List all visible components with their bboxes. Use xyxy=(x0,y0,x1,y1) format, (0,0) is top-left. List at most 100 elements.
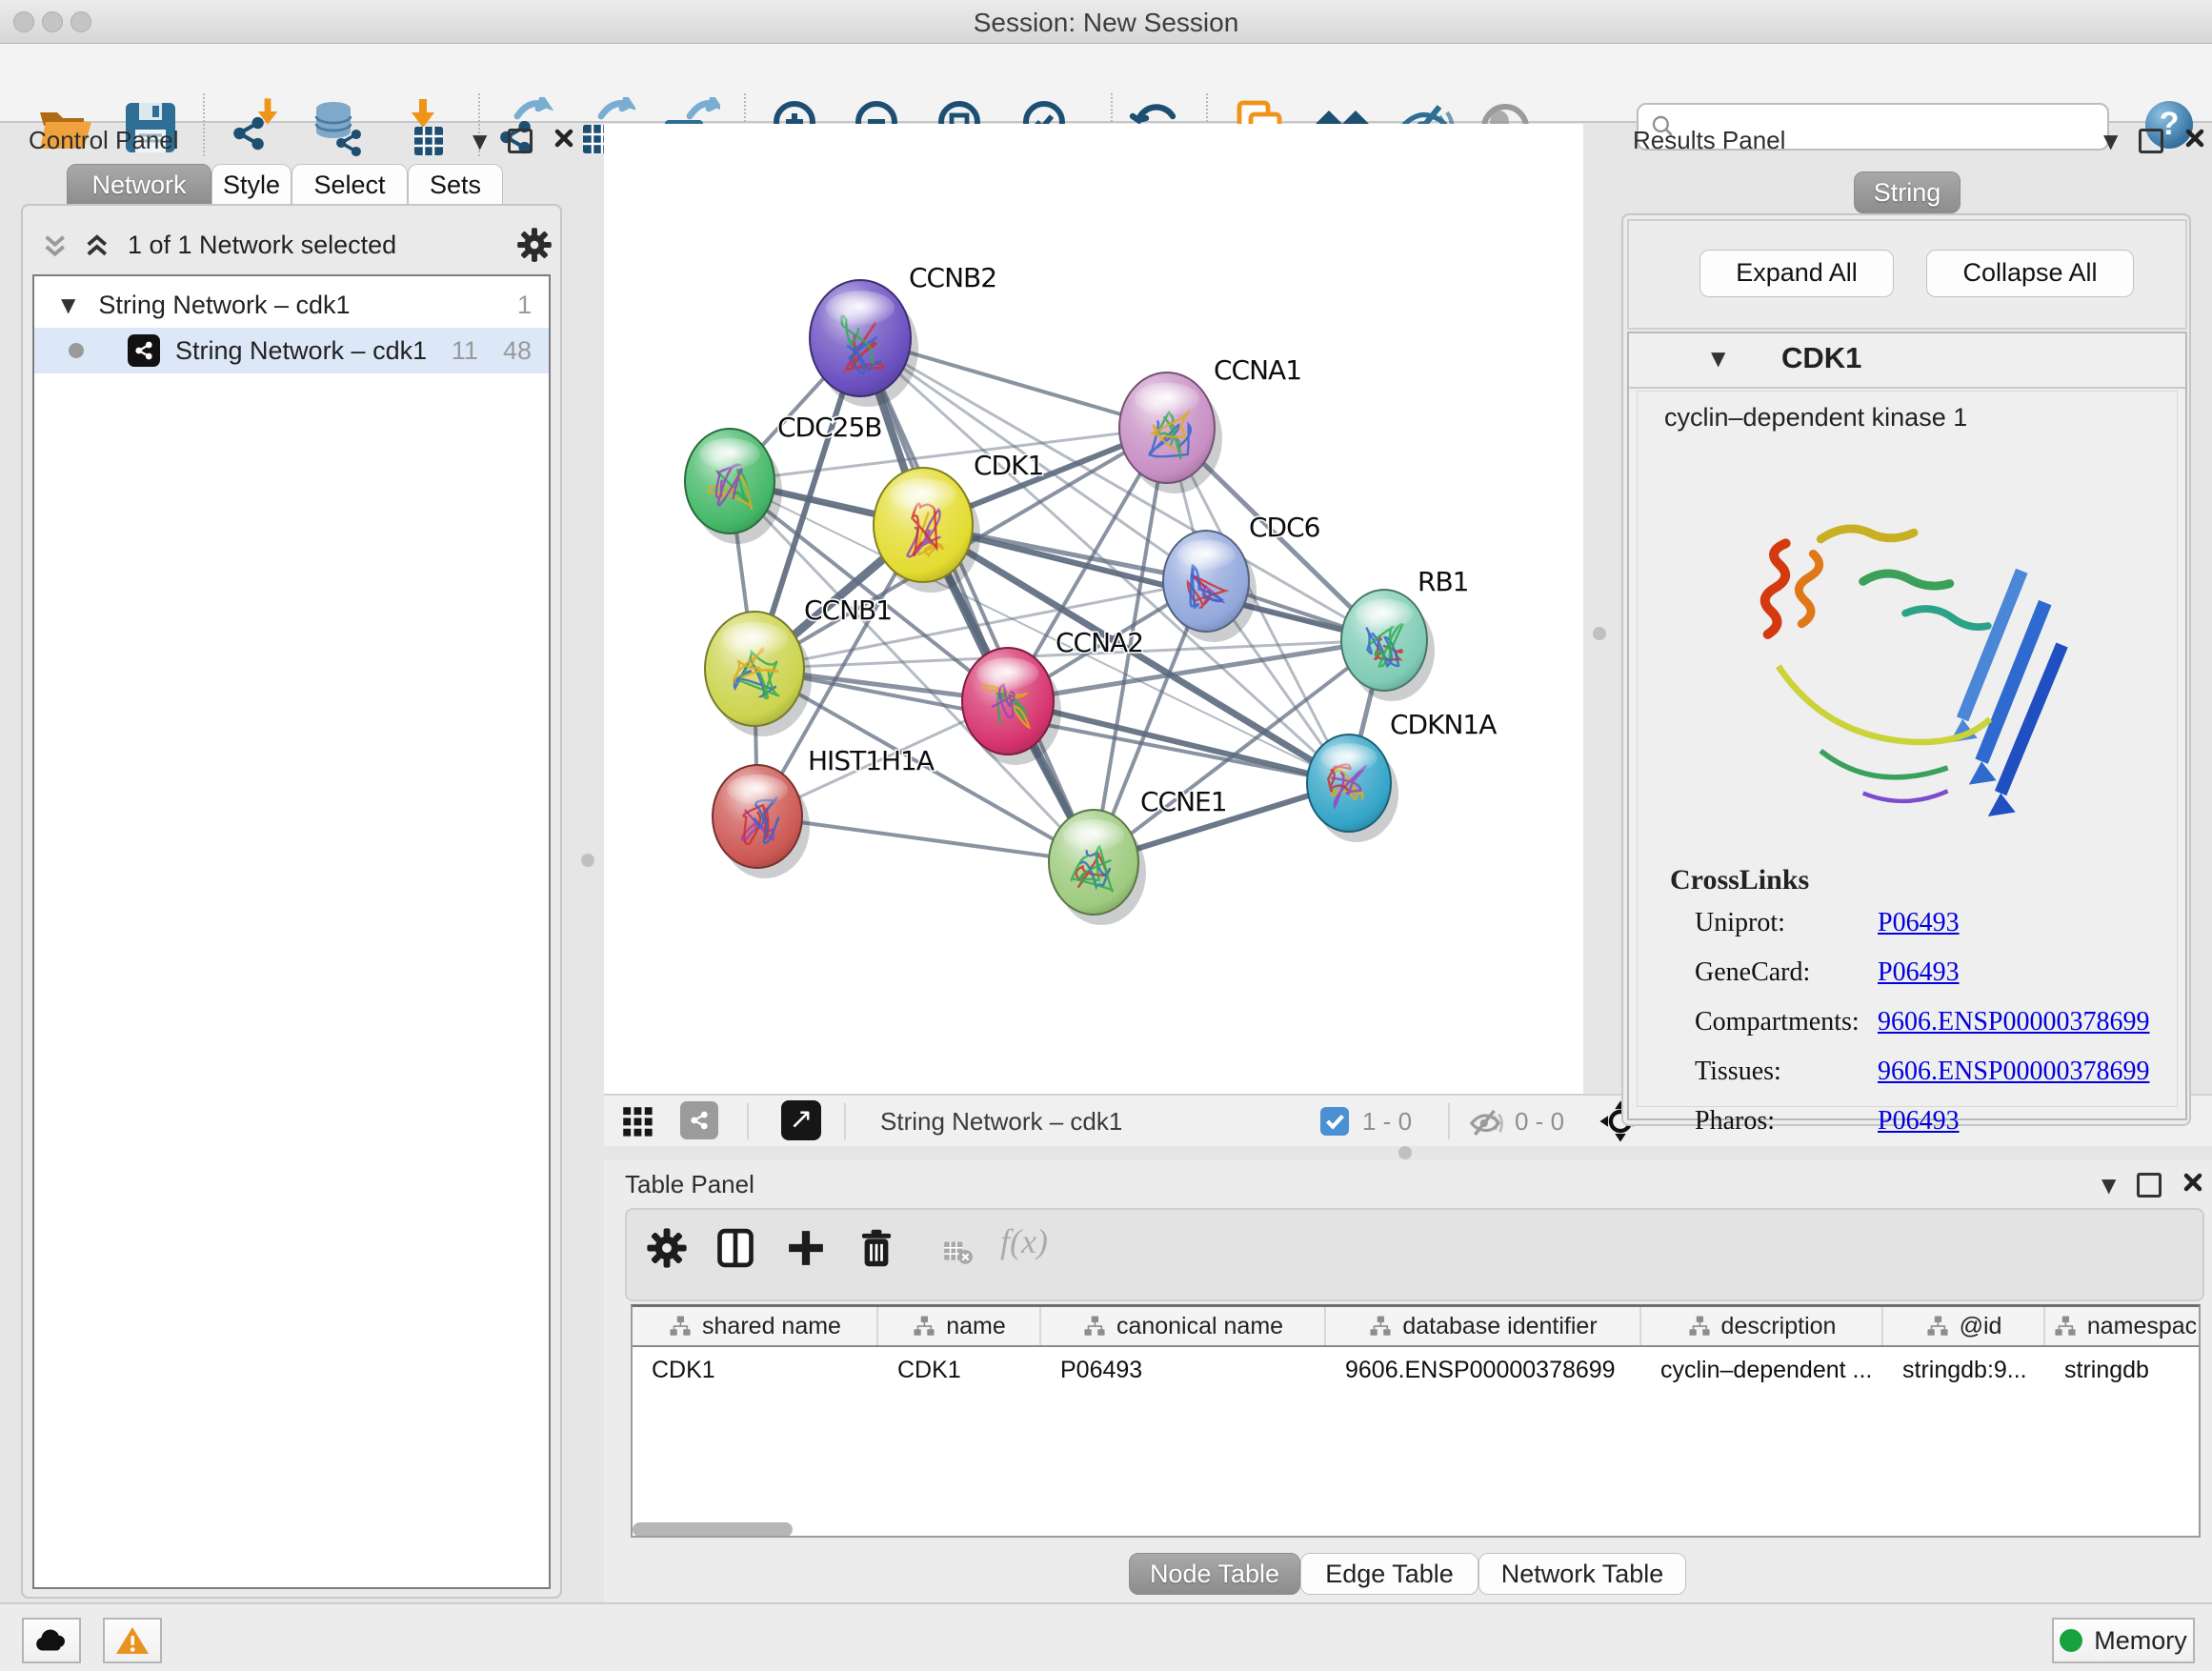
column-header-label: name xyxy=(946,1313,1006,1340)
crosslink-row: Compartments: 9606.ENSP00000378699 xyxy=(1638,1007,2177,1057)
maximize-panel-icon[interactable] xyxy=(2137,1173,2162,1198)
crosslink-value-link[interactable]: P06493 xyxy=(1878,957,1960,988)
table-panel-window-controls: ▼ xyxy=(2101,1172,2203,1198)
svg-text:CDC25B: CDC25B xyxy=(777,412,882,443)
node-table[interactable]: shared name name canonical namedatabase id… xyxy=(631,1304,2201,1538)
crosslink-value-link[interactable]: 9606.ENSP00000378699 xyxy=(1878,1057,2149,1087)
crosslink-label: Compartments: xyxy=(1695,1007,1860,1037)
collapse-all-button[interactable]: Collapse All xyxy=(1926,250,2134,297)
svg-text:CDC6: CDC6 xyxy=(1249,512,1320,543)
table-cell[interactable]: stringdb:9... xyxy=(1883,1351,2045,1389)
tab-string-results[interactable]: String xyxy=(1854,171,1961,213)
crosslinks-title: CrossLinks xyxy=(1670,864,1809,896)
network-canvas[interactable]: CCNB2CCNA1CDC25BCDK1CDC6RB1CCNB1CCNA2CDK… xyxy=(604,124,1583,1094)
network-options-gear-icon[interactable] xyxy=(516,227,553,263)
column-header-namespac[interactable]: namespac xyxy=(2045,1307,2201,1345)
network-tab-panel: 1 of 1 Network selected ▼ String Network… xyxy=(21,204,562,1599)
column-header-label: namespac xyxy=(2087,1313,2197,1340)
memory-button[interactable]: Memory xyxy=(2052,1618,2195,1663)
column-type-icon xyxy=(668,1314,693,1339)
expand-all-button[interactable]: Expand All xyxy=(1699,250,1894,297)
right-splitter-handle[interactable] xyxy=(1593,627,1606,640)
network-current-dot xyxy=(69,343,84,358)
network-row-selected[interactable]: String Network – cdk1 11 48 xyxy=(34,328,549,373)
column-header-shared-name[interactable]: shared name xyxy=(633,1307,878,1345)
network-node-rb1 xyxy=(1341,590,1427,691)
crosslink-label: GeneCard: xyxy=(1695,957,1810,988)
collection-expander-icon[interactable]: ▼ xyxy=(61,293,75,316)
selected-checkbox-icon[interactable] xyxy=(1320,1107,1349,1136)
delete-column-icon[interactable] xyxy=(855,1227,897,1269)
memory-label: Memory xyxy=(2094,1626,2187,1656)
gene-expander-icon[interactable]: ▼ xyxy=(1711,347,1725,370)
table-options-gear-icon[interactable] xyxy=(646,1227,688,1269)
status-bar: Memory xyxy=(0,1602,2212,1671)
cloud-button[interactable] xyxy=(22,1618,81,1663)
horizontal-splitter-handle[interactable] xyxy=(1398,1146,1412,1159)
results-panel-title: Results Panel xyxy=(1633,126,1785,155)
table-toolbar: f(x) xyxy=(625,1208,2204,1301)
horizontal-scrollbar[interactable] xyxy=(633,1522,793,1537)
svg-text:HIST1H1A: HIST1H1A xyxy=(808,745,935,776)
delete-table-icon[interactable] xyxy=(941,1235,974,1267)
network-view-share-icon[interactable] xyxy=(680,1101,718,1139)
column-header-canonical-name[interactable]: canonical name xyxy=(1041,1307,1326,1345)
network-view-title: String Network – cdk1 xyxy=(880,1107,1122,1137)
tab-edge-table[interactable]: Edge Table xyxy=(1300,1553,1478,1595)
column-type-icon xyxy=(1687,1314,1712,1339)
tab-network[interactable]: Network xyxy=(67,164,211,206)
svg-text:RB1: RB1 xyxy=(1418,566,1468,597)
crosslink-value-link[interactable]: P06493 xyxy=(1878,1106,1960,1137)
network-collection-row[interactable]: ▼ String Network – cdk1 1 xyxy=(34,282,549,328)
grid-view-icon[interactable] xyxy=(621,1105,655,1139)
column-type-icon xyxy=(1925,1314,1950,1339)
tab-node-table[interactable]: Node Table xyxy=(1129,1553,1300,1595)
tab-style[interactable]: Style xyxy=(211,164,292,206)
svg-text:CCNA2: CCNA2 xyxy=(1056,627,1143,658)
close-panel-icon[interactable] xyxy=(2182,1172,2203,1198)
collapse-all-icon[interactable] xyxy=(40,232,74,263)
maximize-panel-icon[interactable] xyxy=(508,129,533,153)
birdseye-view-icon[interactable]: ↗ xyxy=(781,1100,821,1140)
gene-section-header[interactable]: ▼ CDK1 xyxy=(1629,333,2185,389)
network-graph[interactable]: CCNB2CCNA1CDC25BCDK1CDC6RB1CCNB1CCNA2CDK… xyxy=(604,124,1583,1094)
column-header-name[interactable]: name xyxy=(878,1307,1041,1345)
column-type-icon xyxy=(912,1314,936,1339)
gene-symbol: CDK1 xyxy=(1781,341,1861,375)
function-builder-icon[interactable]: f(x) xyxy=(1000,1221,1048,1261)
maximize-panel-icon[interactable] xyxy=(2139,129,2163,153)
float-panel-icon[interactable]: ▼ xyxy=(2103,130,2118,152)
table-cell[interactable]: CDK1 xyxy=(878,1351,1041,1389)
network-row-label: String Network – cdk1 xyxy=(175,336,427,366)
network-node-ccnb1 xyxy=(705,612,804,726)
tab-sets[interactable]: Sets xyxy=(408,164,503,206)
close-panel-icon[interactable] xyxy=(553,128,574,153)
add-column-icon[interactable] xyxy=(785,1227,827,1269)
column-header--id[interactable]: @id xyxy=(1883,1307,2045,1345)
tab-network-table[interactable]: Network Table xyxy=(1478,1553,1686,1595)
float-panel-icon[interactable]: ▼ xyxy=(2101,1174,2116,1197)
table-cell[interactable]: CDK1 xyxy=(633,1351,878,1389)
float-panel-icon[interactable]: ▼ xyxy=(473,130,487,152)
show-columns-icon[interactable] xyxy=(714,1227,756,1269)
table-cell[interactable]: 9606.ENSP00000378699 xyxy=(1326,1351,1641,1389)
column-header-database-identifier[interactable]: database identifier xyxy=(1326,1307,1641,1345)
tab-select[interactable]: Select xyxy=(292,164,408,206)
left-splitter-handle[interactable] xyxy=(581,854,594,867)
hidden-eye-icon[interactable] xyxy=(1467,1105,1503,1141)
column-header-description[interactable]: description xyxy=(1641,1307,1883,1345)
table-cell[interactable]: stringdb xyxy=(2045,1351,2201,1389)
table-cell[interactable]: cyclin–dependent ... xyxy=(1641,1351,1883,1389)
crosslink-label: Uniprot: xyxy=(1695,908,1785,938)
table-cell[interactable]: P06493 xyxy=(1041,1351,1326,1389)
expand-all-icon[interactable] xyxy=(82,232,116,263)
crosslink-value-link[interactable]: P06493 xyxy=(1878,908,1960,938)
gene-details: cyclin–dependent kinase 1 xyxy=(1637,391,2178,1107)
crosslink-value-link[interactable]: 9606.ENSP00000378699 xyxy=(1878,1007,2149,1037)
crosslink-label: Pharos: xyxy=(1695,1106,1775,1137)
close-panel-icon[interactable] xyxy=(2184,128,2205,153)
network-selection-status: 1 of 1 Network selected xyxy=(128,231,396,260)
warning-button[interactable] xyxy=(103,1618,162,1663)
network-edge-count: 48 xyxy=(503,336,532,366)
network-node-ccnb2 xyxy=(810,280,911,396)
